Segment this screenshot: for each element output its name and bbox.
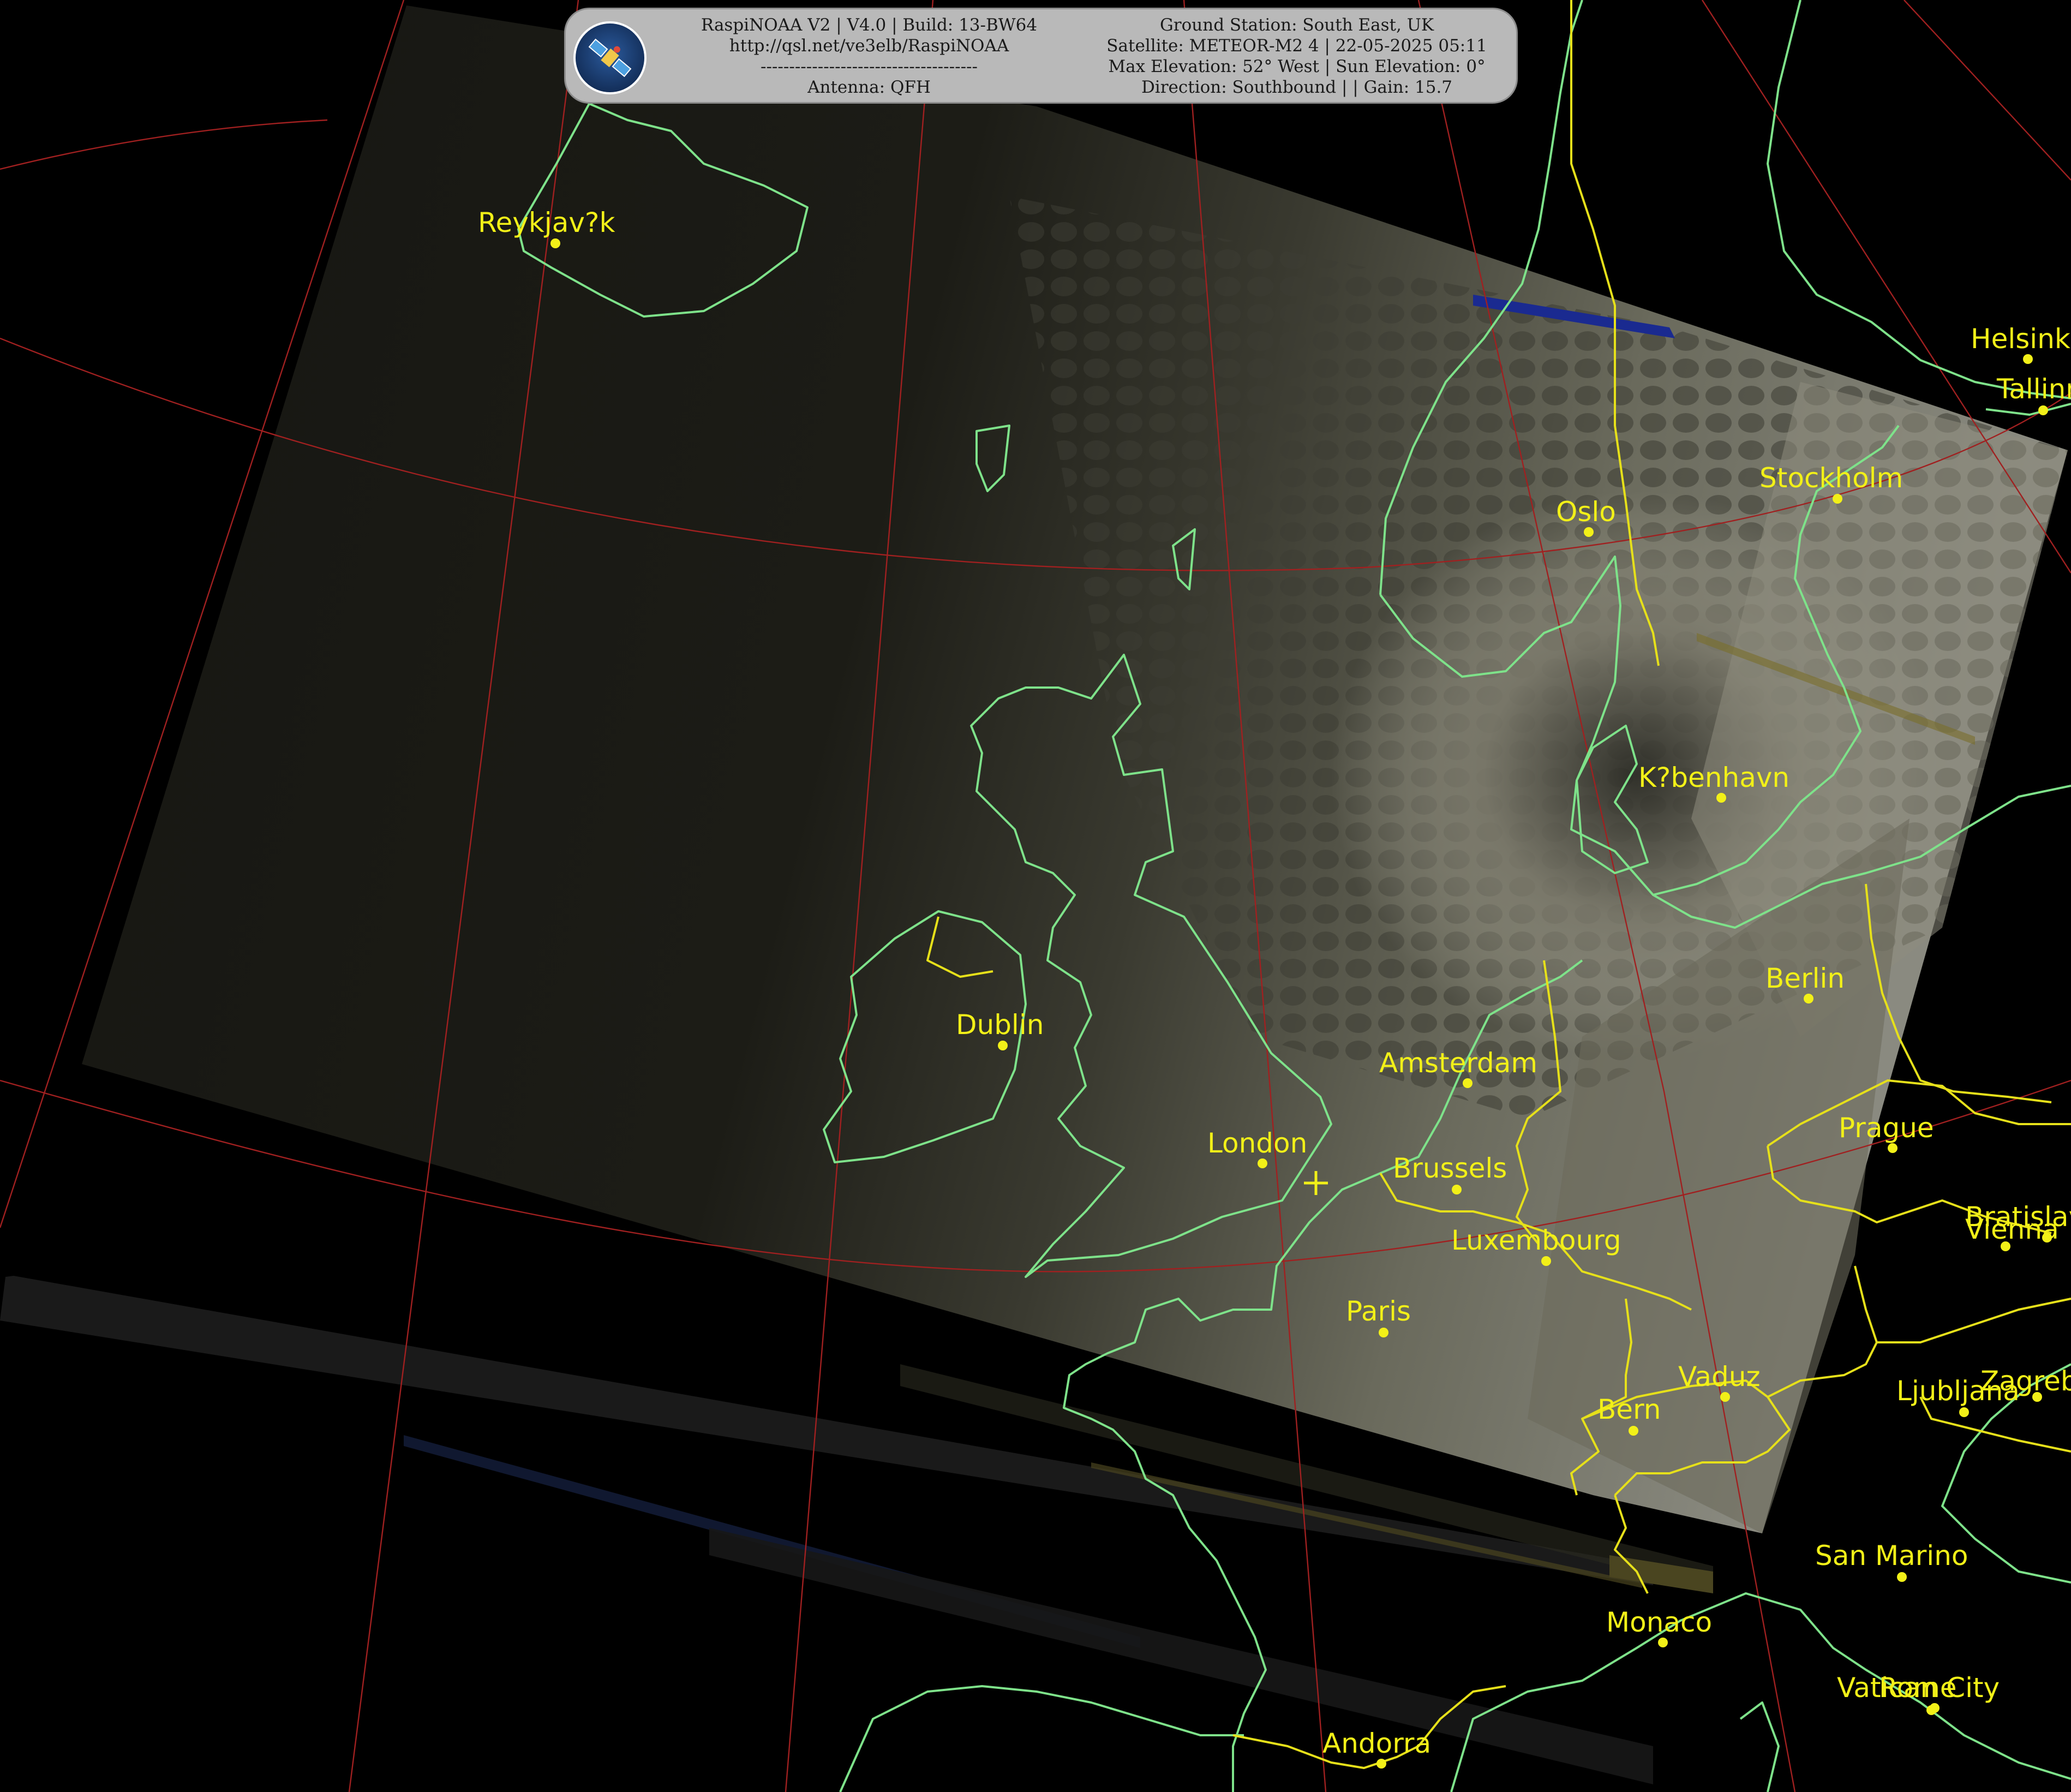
satellite-map: Reykjav?k Oslo Stockholm Helsinki Tallinn K?b… [0, 0, 2071, 1792]
banner-ground-station: Ground Station: South East, UK [1160, 15, 1434, 35]
city-label: Stockholm [1759, 462, 1903, 494]
city-label: Bern [1597, 1394, 1661, 1425]
city-label: Zagreb [1980, 1365, 2071, 1397]
city-label: Helsinki [1971, 323, 2071, 355]
city-label: Amsterdam [1379, 1047, 1537, 1079]
city-marker [1716, 793, 1726, 803]
banner-software-info: RaspiNOAA V2 | V4.0 | Build: 13-BW64 htt… [651, 15, 1087, 98]
city-marker [2023, 354, 2033, 364]
city-marker [998, 1041, 1008, 1050]
city-label: Reykjav?k [478, 207, 615, 238]
city-label: Vaduz [1678, 1361, 1761, 1393]
city-marker [1959, 1407, 1969, 1417]
city-label: Vienna [1965, 1214, 2059, 1245]
city-label: Prague [1839, 1112, 1934, 1144]
banner-antenna: Antenna: QFH [807, 77, 931, 97]
city-label: Andorra [1322, 1728, 1431, 1759]
city-marker [1888, 1143, 1898, 1153]
city-label: Brussels [1393, 1152, 1507, 1184]
banner-elevation: Max Elevation: 52° West | Sun Elevation:… [1108, 57, 1486, 76]
city-marker [1833, 494, 1842, 504]
city-label: Monaco [1606, 1606, 1712, 1638]
banner-software-version: RaspiNOAA V2 | V4.0 | Build: 13-BW64 [701, 15, 1038, 35]
city-marker [1804, 994, 1813, 1003]
city-marker [1629, 1426, 1638, 1436]
city-marker [1379, 1328, 1388, 1337]
city-marker [1930, 1703, 1940, 1713]
banner-direction-gain: Direction: Southbound | | Gain: 15.7 [1141, 77, 1453, 97]
city-label: Berlin [1765, 963, 1845, 994]
city-marker [1541, 1256, 1551, 1266]
city-label: San Marino [1815, 1540, 1968, 1572]
city-marker [1452, 1185, 1462, 1194]
banner-project-link[interactable]: http://qsl.net/ve3elb/RaspiNOAA [651, 35, 1087, 56]
city-marker [1584, 527, 1594, 537]
city-marker [1463, 1078, 1473, 1088]
city-label: Tallinn [1996, 373, 2071, 405]
city-label: Luxembourg [1451, 1224, 1621, 1256]
city-zagreb: Zagreb [1980, 1365, 2071, 1402]
city-label: London [1207, 1127, 1307, 1159]
city-label: Dublin [956, 1009, 1044, 1041]
banner-satellite: Satellite: METEOR-M2 4 | 22-05-2025 05:1… [1106, 36, 1487, 56]
banner-pass-info: Ground Station: South East, UK Satellite… [1057, 15, 1537, 98]
city-marker [2038, 405, 2048, 415]
city-label: Paris [1346, 1295, 1411, 1327]
city-marker [1897, 1572, 1907, 1582]
city-marker [1258, 1158, 1267, 1168]
city-label: Oslo [1556, 496, 1616, 528]
city-marker [1720, 1392, 1730, 1402]
city-marker [550, 238, 560, 248]
city-label: Rome [1879, 1672, 1957, 1704]
banner-separator: -------------------------------------- [760, 57, 978, 76]
city-label: K?benhavn [1638, 762, 1789, 793]
city-marker [1658, 1638, 1668, 1647]
satellite-icon [573, 21, 647, 94]
info-banner: RaspiNOAA V2 | V4.0 | Build: 13-BW64 htt… [564, 8, 1518, 104]
city-marker [1376, 1759, 1386, 1769]
